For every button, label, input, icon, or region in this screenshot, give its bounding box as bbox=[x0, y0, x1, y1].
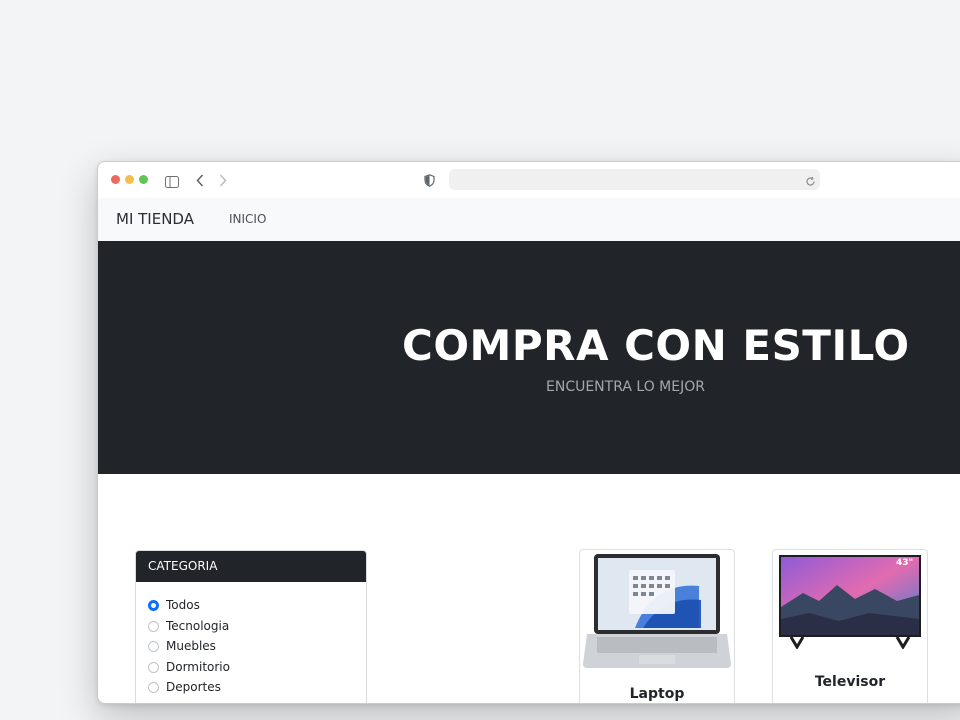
radio-checked-icon[interactable] bbox=[148, 599, 159, 611]
category-option-label: Tecnologia bbox=[166, 619, 230, 633]
minimize-window-button[interactable] bbox=[125, 175, 134, 184]
shield-icon[interactable] bbox=[424, 172, 435, 191]
tv-size-badge: 43" bbox=[896, 558, 913, 568]
nav-link-inicio[interactable]: INICIO bbox=[229, 212, 266, 226]
category-option-dormitorio[interactable]: Dormitorio bbox=[148, 658, 230, 676]
product-card-televisor[interactable]: 43" Televisor bbox=[772, 549, 928, 703]
category-option-muebles[interactable]: Muebles bbox=[148, 637, 216, 655]
radio-unchecked-icon[interactable] bbox=[148, 620, 159, 632]
category-option-label: Deportes bbox=[166, 680, 221, 694]
address-bar[interactable] bbox=[449, 169, 820, 190]
product-name: Televisor bbox=[814, 674, 886, 690]
product-name: Laptop bbox=[629, 686, 685, 702]
tv-image: 43" bbox=[779, 555, 921, 653]
reload-icon[interactable] bbox=[805, 172, 816, 191]
radio-unchecked-icon[interactable] bbox=[148, 661, 159, 673]
product-card-laptop[interactable]: Laptop bbox=[579, 549, 735, 703]
category-option-todos[interactable]: Todos bbox=[148, 596, 200, 614]
category-option-tecnologia[interactable]: Tecnologia bbox=[148, 617, 229, 635]
close-window-button[interactable] bbox=[111, 175, 120, 184]
hero-subtitle: ENCUENTRA LO MEJOR bbox=[546, 379, 705, 395]
browser-window: MI TIENDA INICIO COMPRA CON ESTILO ENCUE… bbox=[97, 161, 960, 704]
hero-banner: COMPRA CON ESTILO ENCUENTRA LO MEJOR bbox=[98, 241, 960, 474]
laptop-image bbox=[583, 552, 731, 676]
category-card: CATEGORIA Todos Tecnologia Muebles Dormi… bbox=[135, 550, 367, 703]
site-navbar: MI TIENDA INICIO bbox=[98, 198, 960, 241]
category-option-label: Dormitorio bbox=[166, 660, 230, 674]
maximize-window-button[interactable] bbox=[139, 175, 148, 184]
category-option-label: Todos bbox=[166, 598, 200, 612]
radio-unchecked-icon[interactable] bbox=[148, 640, 159, 652]
browser-titlebar bbox=[98, 162, 960, 198]
radio-unchecked-icon[interactable] bbox=[148, 681, 159, 693]
category-card-header: CATEGORIA bbox=[136, 551, 366, 582]
brand-logo[interactable]: MI TIENDA bbox=[116, 210, 194, 228]
hero-title: COMPRA CON ESTILO bbox=[402, 321, 910, 370]
back-arrow-icon[interactable] bbox=[196, 172, 204, 191]
category-option-label: Muebles bbox=[166, 639, 216, 653]
sidebar-toggle-icon[interactable] bbox=[165, 173, 179, 192]
category-option-deportes[interactable]: Deportes bbox=[148, 678, 221, 696]
forward-arrow-icon[interactable] bbox=[219, 172, 227, 191]
